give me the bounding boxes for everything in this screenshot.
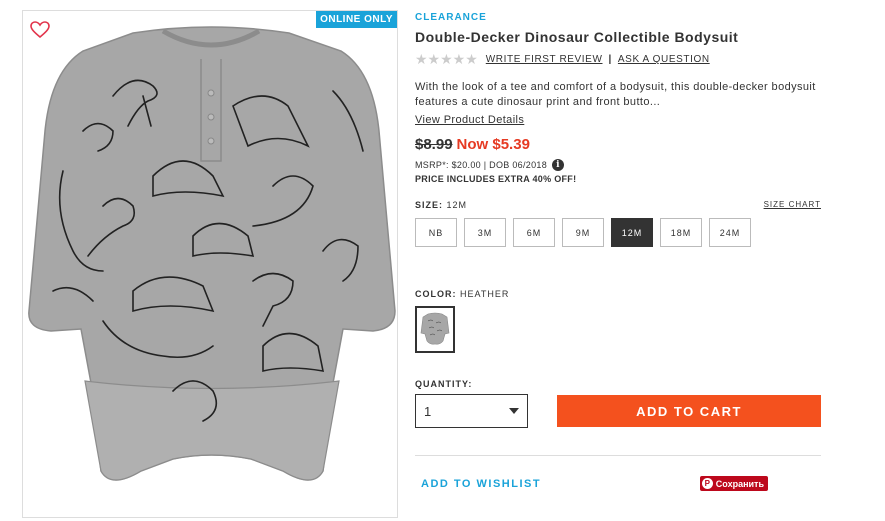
size-option-6m[interactable]: 6M — [513, 218, 555, 247]
pinterest-save-button[interactable]: P Сохранить — [699, 476, 768, 491]
quantity-row: 1 ADD TO CART — [415, 394, 825, 428]
review-separator: | — [608, 54, 612, 65]
sale-price: Now $5.39 — [456, 136, 530, 153]
add-to-cart-button[interactable]: ADD TO CART — [557, 395, 821, 427]
product-description: With the look of a tee and comfort of a … — [415, 81, 816, 108]
swatch-thumbnail — [420, 312, 450, 345]
product-image — [28, 26, 396, 481]
size-label-group: SIZE: 12M — [415, 200, 467, 210]
ask-question-link[interactable]: ASK A QUESTION — [618, 54, 710, 65]
review-row: ★★★★★ WRITE FIRST REVIEW | ASK A QUESTIO… — [415, 51, 825, 68]
add-to-wishlist-link[interactable]: ADD TO WISHLIST — [421, 478, 541, 490]
bottom-actions: ADD TO WISHLIST P Сохранить — [415, 476, 768, 491]
category-label[interactable]: CLEARANCE — [415, 12, 825, 23]
info-icon[interactable]: i — [552, 159, 565, 171]
color-swatch-heather[interactable] — [415, 306, 455, 353]
size-option-24m[interactable]: 24M — [709, 218, 751, 247]
color-selected-value: HEATHER — [460, 289, 510, 299]
quantity-select[interactable]: 1 — [415, 394, 528, 428]
rating-stars-icon: ★★★★★ — [415, 51, 478, 67]
size-option-18m[interactable]: 18M — [660, 218, 702, 247]
online-only-badge: ONLINE ONLY — [316, 11, 397, 28]
view-product-details-link[interactable]: View Product Details — [415, 114, 524, 126]
pinterest-icon: P — [701, 478, 713, 489]
quantity-label: QUANTITY: — [415, 379, 473, 389]
product-image-panel[interactable]: ONLINE ONLY — [22, 10, 398, 518]
quantity-value: 1 — [424, 403, 432, 419]
original-price: $8.99 — [415, 136, 453, 153]
write-review-link[interactable]: WRITE FIRST REVIEW — [486, 54, 603, 65]
size-chart-link[interactable]: SIZE CHART — [764, 200, 821, 210]
size-option-12m[interactable]: 12M — [611, 218, 653, 247]
heart-outline-icon[interactable] — [30, 21, 50, 39]
pinterest-save-label: Сохранить — [715, 478, 764, 489]
color-label: COLOR: — [415, 289, 457, 299]
msrp-text: MSRP*: $20.00 | DOB 06/2018 — [415, 160, 548, 170]
size-options: NB 3M 6M 9M 12M 18M 24M — [415, 218, 825, 247]
size-option-nb[interactable]: NB — [415, 218, 457, 247]
promo-text: PRICE INCLUDES EXTRA 40% OFF! — [415, 174, 577, 184]
color-label-row: COLOR: HEATHER — [415, 289, 825, 299]
size-selected-value: 12M — [446, 200, 468, 210]
price-row: $8.99 Now $5.39 — [415, 136, 825, 153]
msrp-row: MSRP*: $20.00 | DOB 06/2018 i — [415, 159, 825, 171]
size-header: SIZE: 12M SIZE CHART — [415, 200, 821, 210]
product-title: Double-Decker Dinosaur Collectible Bodys… — [415, 29, 739, 45]
chevron-down-icon — [509, 408, 519, 414]
divider — [415, 455, 821, 456]
product-details: CLEARANCE Double-Decker Dinosaur Collect… — [415, 12, 825, 491]
size-option-9m[interactable]: 9M — [562, 218, 604, 247]
size-label: SIZE: — [415, 200, 444, 210]
size-option-3m[interactable]: 3M — [464, 218, 506, 247]
